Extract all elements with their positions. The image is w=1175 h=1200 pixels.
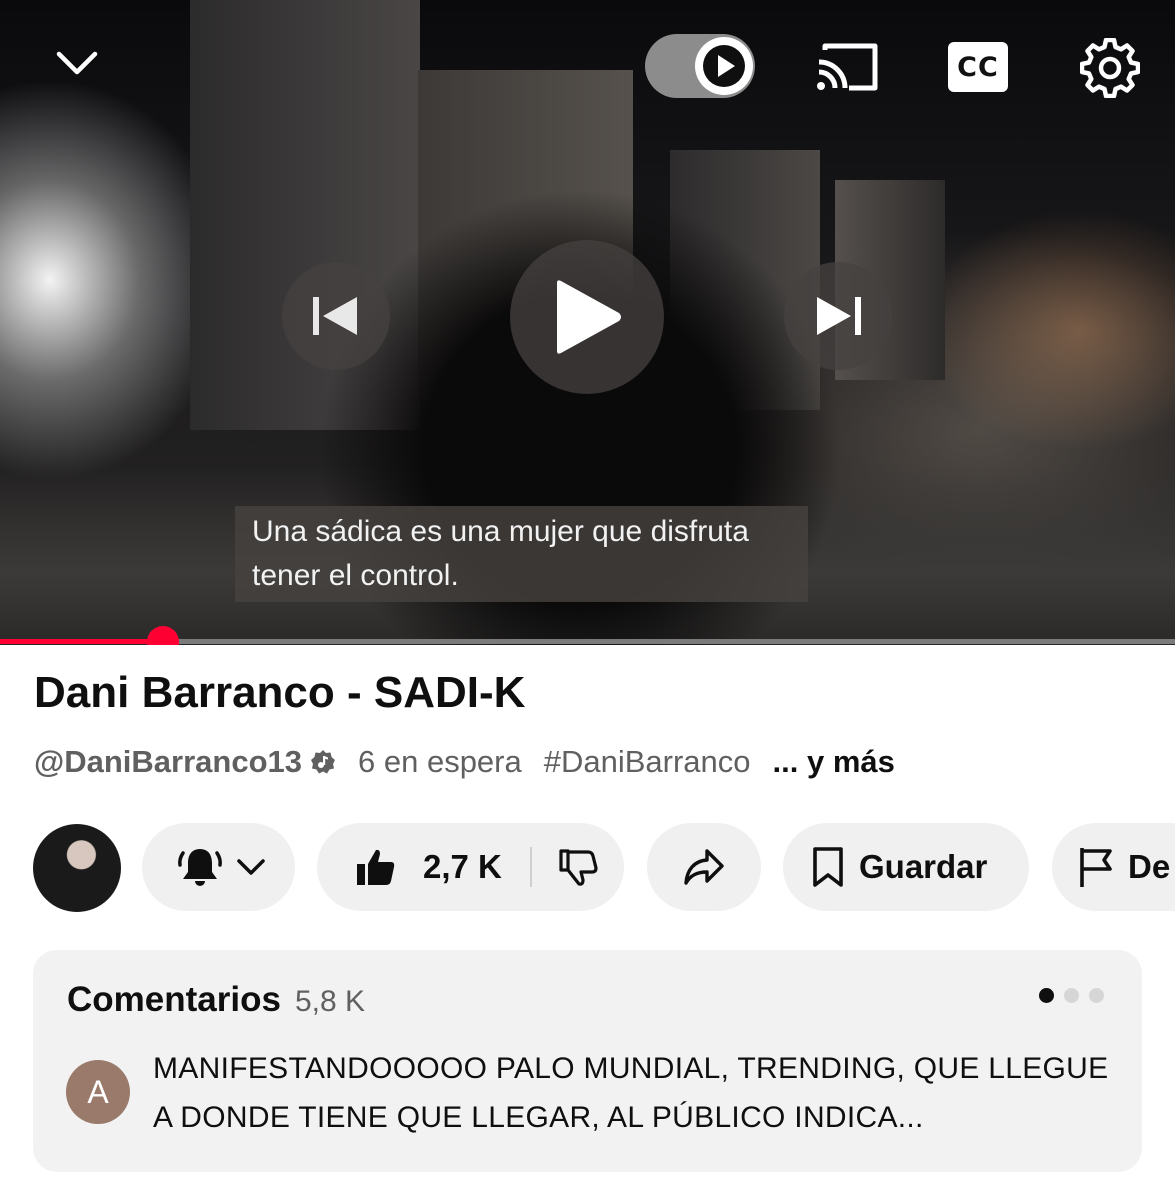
flag-icon — [1080, 848, 1112, 887]
cast-button[interactable] — [815, 40, 879, 94]
chevron-down-icon — [237, 859, 265, 875]
gear-icon — [1080, 38, 1140, 98]
play-icon — [703, 45, 745, 87]
divider — [529, 847, 532, 887]
caption-line: tener el control. — [252, 559, 459, 592]
previous-icon — [313, 297, 357, 335]
share-icon — [684, 849, 724, 885]
top-comment-text: MANIFESTANDOOOOO PALO MUNDIAL, TRENDING,… — [153, 1052, 1109, 1134]
save-button[interactable]: Guardar — [783, 823, 1029, 911]
comments-pager — [1039, 988, 1104, 1003]
comments-count: 5,8 K — [294, 985, 365, 1018]
comments-panel[interactable]: Comentarios 5,8 K A MANIFESTANDOOOOO PALO… — [33, 950, 1142, 1172]
cc-icon: CC — [957, 51, 999, 83]
next-icon — [817, 297, 861, 335]
progress-bar[interactable] — [0, 626, 1175, 645]
verified-music-icon — [311, 750, 335, 774]
queue-info[interactable]: 6 en espera — [358, 744, 522, 780]
thumbs-down-icon[interactable] — [558, 847, 598, 887]
comments-heading: Comentarios 5,8 K — [67, 980, 365, 1020]
pager-dot — [1039, 988, 1054, 1003]
chevron-down-icon — [56, 51, 98, 75]
subscription-bell-button[interactable] — [142, 823, 295, 911]
pager-dot — [1089, 988, 1104, 1003]
pager-dot — [1064, 988, 1079, 1003]
hashtag-link[interactable]: #DaniBarranco — [544, 744, 751, 780]
more-link[interactable]: ... y más — [773, 744, 895, 780]
play-button[interactable] — [510, 240, 664, 394]
like-count: 2,7 K — [423, 848, 502, 885]
bookmark-icon — [813, 847, 843, 887]
save-label: Guardar — [859, 848, 988, 885]
channel-handle[interactable]: @DaniBarranco13 — [34, 744, 302, 780]
progress-played — [0, 639, 164, 644]
next-button[interactable] — [784, 262, 892, 370]
video-meta-row[interactable]: @DaniBarranco13 6 en espera #DaniBarranc… — [34, 744, 895, 780]
share-button[interactable] — [647, 823, 761, 911]
previous-button[interactable] — [282, 262, 390, 370]
play-icon — [557, 280, 621, 354]
cast-icon — [817, 43, 878, 91]
autoplay-toggle[interactable] — [645, 34, 755, 98]
like-dislike-group[interactable]: 2,7 K — [317, 823, 624, 911]
channel-avatar[interactable] — [33, 824, 121, 912]
settings-button[interactable] — [1080, 37, 1140, 99]
autoplay-knob — [695, 37, 753, 95]
comments-title: Comentarios — [67, 980, 281, 1019]
captions-button[interactable]: CC — [948, 42, 1008, 92]
report-label: De — [1128, 848, 1171, 885]
report-button[interactable]: De — [1052, 823, 1175, 911]
video-player[interactable]: CC Una sádica es una mujer que disfruta … — [0, 0, 1175, 645]
bell-icon — [178, 849, 222, 886]
caption-line: Una sádica es una mujer que disfruta — [252, 515, 749, 548]
video-title: Dani Barranco - SADI-K — [34, 668, 526, 717]
subtitle-caption: Una sádica es una mujer que disfruta ten… — [235, 506, 808, 602]
commenter-avatar: A — [66, 1060, 130, 1124]
thumbs-up-icon[interactable] — [355, 846, 397, 888]
minimize-button[interactable] — [50, 40, 104, 86]
